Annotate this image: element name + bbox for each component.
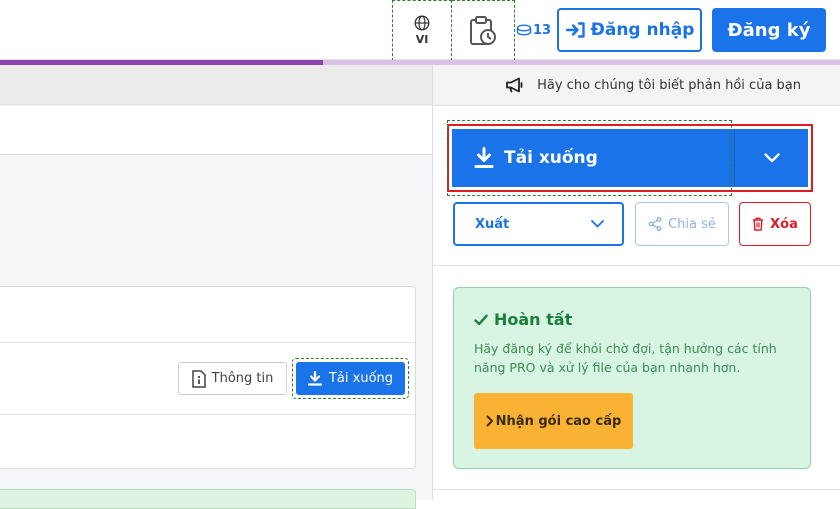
file-card: Thông tin Tải xuống [0,286,416,469]
globe-icon [414,15,430,31]
coins-icon [516,24,532,36]
completion-message: Hãy đăng ký để khỏi chờ đợi, tận hưởng c… [474,341,777,375]
file-download-button[interactable]: Tải xuống [296,362,405,395]
left-header-row [0,106,432,155]
chevron-right-icon [486,415,493,427]
download-label: Tải xuống [504,148,598,168]
divider [0,342,415,343]
feedback-text: Hãy cho chúng tôi biết phản hồi của bạn [537,77,801,93]
clipboard-clock-icon [470,15,496,45]
chevron-down-icon [591,220,604,228]
download-button[interactable]: Tải xuống [452,129,734,187]
action-sidebar: Hãy cho chúng tôi biết phản hồi của bạn … [432,65,840,500]
share-label: Chia sẻ [668,216,716,232]
share-icon [648,217,662,231]
trash-icon [753,217,764,231]
download-options-toggle[interactable] [734,129,808,187]
completion-notice: Hoàn tất Hãy đăng ký để khỏi chờ đợi, tậ… [453,287,811,469]
get-pro-label: Nhận gói cao cấp [495,413,622,429]
completion-title: Hoàn tất [474,310,790,329]
coin-count: 13 [533,22,552,38]
completion-title-text: Hoàn tất [494,310,573,329]
left-success-strip [0,489,416,509]
get-pro-button[interactable]: Nhận gói cao cấp [474,393,633,449]
file-download-focus-ring: Tải xuống [292,358,409,399]
login-arrow-icon [565,22,585,38]
download-split-button: Tải xuống [447,124,813,192]
feedback-link[interactable]: Hãy cho chúng tôi biết phản hồi của bạn [433,65,840,106]
login-label: Đăng nhập [590,20,695,40]
export-label: Xuất [475,216,510,232]
file-info-button[interactable]: Thông tin [178,362,287,395]
download-icon [307,371,322,386]
file-download-label: Tải xuống [328,371,394,386]
divider [433,489,840,490]
chevron-down-icon [763,153,780,163]
language-code: VI [415,33,429,46]
file-info-label: Thông tin [211,371,274,386]
export-dropdown[interactable]: Xuất [453,202,624,246]
file-list-area: Thông tin Tải xuống [0,65,432,509]
share-button[interactable]: Chia sẻ [635,202,729,246]
divider [0,414,415,415]
delete-label: Xóa [770,216,798,232]
language-switcher[interactable]: VI [392,0,452,61]
history-button[interactable] [452,0,515,61]
megaphone-icon [506,77,523,93]
divider [433,265,840,266]
register-button[interactable]: Đăng ký [712,8,826,52]
login-button[interactable]: Đăng nhập [557,8,702,52]
top-navbar: VI 13 Đăng nhập Đăng ký [0,0,840,61]
check-icon [474,314,488,325]
info-icon [191,369,206,388]
register-label: Đăng ký [727,19,811,41]
delete-button[interactable]: Xóa [739,202,811,246]
download-icon [474,147,494,168]
left-toolbar-strip [0,65,432,105]
coin-balance[interactable]: 13 [516,20,551,40]
